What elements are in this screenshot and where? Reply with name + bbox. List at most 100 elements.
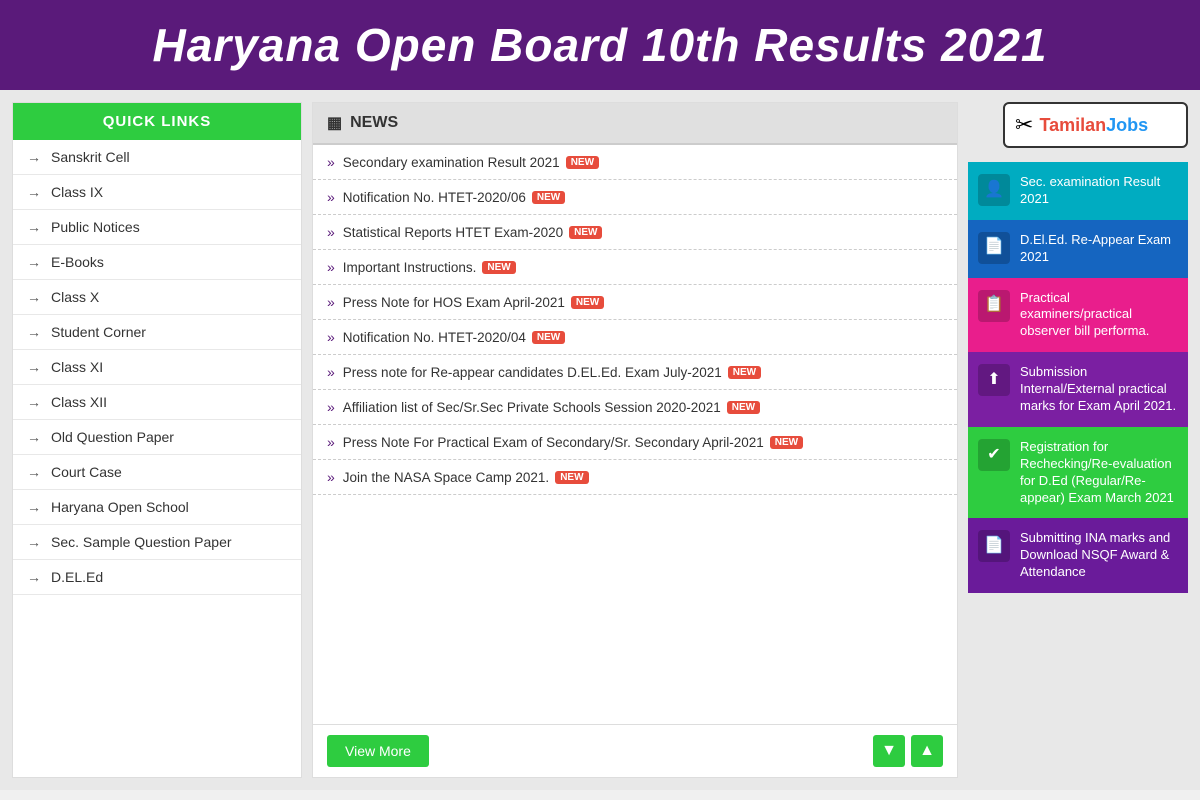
sidebar: QUICK LINKS →Sanskrit Cell→Class IX→Publ… bbox=[12, 102, 302, 778]
news-item-text: Press note for Re-appear candidates D.EL… bbox=[343, 365, 722, 380]
right-card[interactable]: 📋 Practical examiners/practical observer… bbox=[968, 278, 1188, 353]
main-content: QUICK LINKS →Sanskrit Cell→Class IX→Publ… bbox=[0, 90, 1200, 790]
right-card[interactable]: 📄 D.El.Ed. Re-Appear Exam 2021 bbox=[968, 220, 1188, 278]
sidebar-arrow-icon: → bbox=[27, 464, 41, 480]
new-badge: NEW bbox=[555, 471, 588, 484]
new-badge: NEW bbox=[770, 436, 803, 449]
right-card-text: Submission Internal/External practical m… bbox=[1020, 364, 1178, 415]
sidebar-item-label: Sanskrit Cell bbox=[51, 149, 130, 165]
sidebar-item[interactable]: → D.EL.Ed bbox=[13, 560, 301, 595]
sidebar-item[interactable]: → Court Case bbox=[13, 455, 301, 490]
news-item[interactable]: » Important Instructions. NEW bbox=[313, 250, 957, 285]
new-badge: NEW bbox=[728, 366, 761, 379]
sidebar-arrow-icon: → bbox=[27, 254, 41, 270]
sidebar-arrow-icon: → bbox=[27, 499, 41, 515]
page-title: Haryana Open Board 10th Results 2021 bbox=[30, 18, 1170, 72]
logo-text: TamilanJobs bbox=[1039, 115, 1148, 136]
news-item-text: Notification No. HTET-2020/04 bbox=[343, 330, 526, 345]
news-item[interactable]: »Press Note for HOS Exam April-2021NEW bbox=[313, 285, 957, 320]
sidebar-arrow-icon: → bbox=[27, 324, 41, 340]
right-card[interactable]: ✔ Registration for Rechecking/Re-evaluat… bbox=[968, 427, 1188, 519]
news-chevron-icon: » bbox=[327, 434, 335, 450]
page-header: Haryana Open Board 10th Results 2021 bbox=[0, 0, 1200, 90]
sidebar-item-label: Haryana Open School bbox=[51, 499, 189, 515]
sidebar-arrow-icon: → bbox=[27, 219, 41, 235]
right-card-text: Submitting INA marks and Download NSQF A… bbox=[1020, 530, 1178, 581]
sidebar-item-label: Class IX bbox=[51, 184, 103, 200]
right-card-icon: 👤 bbox=[978, 174, 1010, 206]
sidebar-item-label: Court Case bbox=[51, 464, 122, 480]
news-item[interactable]: »Press note for Re-appear candidates D.E… bbox=[313, 355, 957, 390]
right-card[interactable]: ⬆ Submission Internal/External practical… bbox=[968, 352, 1188, 427]
sidebar-item[interactable]: →Public Notices bbox=[13, 210, 301, 245]
news-chevron-icon: » bbox=[327, 259, 335, 275]
news-item[interactable]: »Join the NASA Space Camp 2021.NEW bbox=[313, 460, 957, 495]
new-badge: NEW bbox=[727, 401, 760, 414]
logo-box: ✂ TamilanJobs bbox=[1003, 102, 1188, 148]
sidebar-arrow-icon: → bbox=[27, 289, 41, 305]
news-section: ▦ NEWS »Secondary examination Result 202… bbox=[312, 102, 958, 778]
news-header: ▦ NEWS bbox=[313, 103, 957, 145]
right-card-icon: 📄 bbox=[978, 530, 1010, 562]
new-badge: NEW bbox=[566, 156, 599, 169]
news-chevron-icon: » bbox=[327, 224, 335, 240]
news-item[interactable]: » Press Note For Practical Exam of Second… bbox=[313, 425, 957, 460]
news-item-text: Affiliation list of Sec/Sr.Sec Private S… bbox=[343, 400, 721, 415]
news-chevron-icon: » bbox=[327, 189, 335, 205]
sidebar-arrow-icon: → bbox=[27, 359, 41, 375]
news-item-text: Important Instructions. bbox=[343, 260, 477, 275]
right-card-icon: 📄 bbox=[978, 232, 1010, 264]
sidebar-item[interactable]: → Class XI bbox=[13, 350, 301, 385]
news-item-text: Press Note For Practical Exam of Seconda… bbox=[343, 435, 764, 450]
sidebar-arrow-icon: → bbox=[27, 569, 41, 585]
sidebar-item-label: Student Corner bbox=[51, 324, 146, 340]
news-list: »Secondary examination Result 2021NEW » No… bbox=[313, 145, 957, 724]
news-icon: ▦ bbox=[327, 113, 342, 133]
sidebar-header: QUICK LINKS bbox=[13, 103, 301, 140]
news-item[interactable]: » Notification No. HTET-2020/06 NEW bbox=[313, 180, 957, 215]
sidebar-item-label: D.EL.Ed bbox=[51, 569, 103, 585]
sidebar-item-label: E-Books bbox=[51, 254, 104, 270]
sidebar-items-container: →Sanskrit Cell→Class IX→Public Notices→E… bbox=[13, 140, 301, 595]
sidebar-item-label: Sec. Sample Question Paper bbox=[51, 534, 232, 550]
news-item[interactable]: » Notification No. HTET-2020/04 NEW bbox=[313, 320, 957, 355]
sidebar-item-label: Class X bbox=[51, 289, 99, 305]
news-item[interactable]: »Secondary examination Result 2021NEW bbox=[313, 145, 957, 180]
right-card[interactable]: 📄 Submitting INA marks and Download NSQF… bbox=[968, 518, 1188, 593]
right-card-text: Registration for Rechecking/Re-evaluatio… bbox=[1020, 439, 1178, 507]
news-title: NEWS bbox=[350, 114, 398, 132]
sidebar-item[interactable]: →Sanskrit Cell bbox=[13, 140, 301, 175]
view-more-button[interactable]: View More bbox=[327, 735, 429, 767]
news-item[interactable]: » Statistical Reports HTET Exam-2020 NEW bbox=[313, 215, 957, 250]
new-badge: NEW bbox=[532, 331, 565, 344]
sidebar-item[interactable]: → Class IX bbox=[13, 175, 301, 210]
news-item[interactable]: »Affiliation list of Sec/Sr.Sec Private … bbox=[313, 390, 957, 425]
sidebar-item-label: Old Question Paper bbox=[51, 429, 174, 445]
right-panel: ✂ TamilanJobs 👤 Sec. examination Result … bbox=[968, 102, 1188, 778]
new-badge: NEW bbox=[482, 261, 515, 274]
sidebar-item[interactable]: → Class X bbox=[13, 280, 301, 315]
sidebar-item[interactable]: → Student Corner bbox=[13, 315, 301, 350]
sidebar-item[interactable]: →Sec. Sample Question Paper bbox=[13, 525, 301, 560]
new-badge: NEW bbox=[569, 226, 602, 239]
right-card-icon: ⬆ bbox=[978, 364, 1010, 396]
news-item-text: Notification No. HTET-2020/06 bbox=[343, 190, 526, 205]
sidebar-item-label: Class XI bbox=[51, 359, 103, 375]
sidebar-item[interactable]: → E-Books bbox=[13, 245, 301, 280]
sidebar-arrow-icon: → bbox=[27, 394, 41, 410]
sidebar-arrow-icon: → bbox=[27, 184, 41, 200]
sidebar-item[interactable]: →Class XII bbox=[13, 385, 301, 420]
sidebar-item[interactable]: → Haryana Open School bbox=[13, 490, 301, 525]
news-item-text: Press Note for HOS Exam April-2021 bbox=[343, 295, 565, 310]
news-item-text: Statistical Reports HTET Exam-2020 bbox=[343, 225, 563, 240]
right-card[interactable]: 👤 Sec. examination Result 2021 bbox=[968, 162, 1188, 220]
nav-buttons: ▼ ▲ bbox=[873, 735, 943, 767]
sidebar-item[interactable]: →Old Question Paper bbox=[13, 420, 301, 455]
right-card-text: Sec. examination Result 2021 bbox=[1020, 174, 1178, 208]
right-card-text: Practical examiners/practical observer b… bbox=[1020, 290, 1178, 341]
scroll-up-button[interactable]: ▲ bbox=[911, 735, 943, 767]
new-badge: NEW bbox=[532, 191, 565, 204]
news-footer: View More ▼ ▲ bbox=[313, 724, 957, 777]
news-chevron-icon: » bbox=[327, 329, 335, 345]
scroll-down-button[interactable]: ▼ bbox=[873, 735, 905, 767]
